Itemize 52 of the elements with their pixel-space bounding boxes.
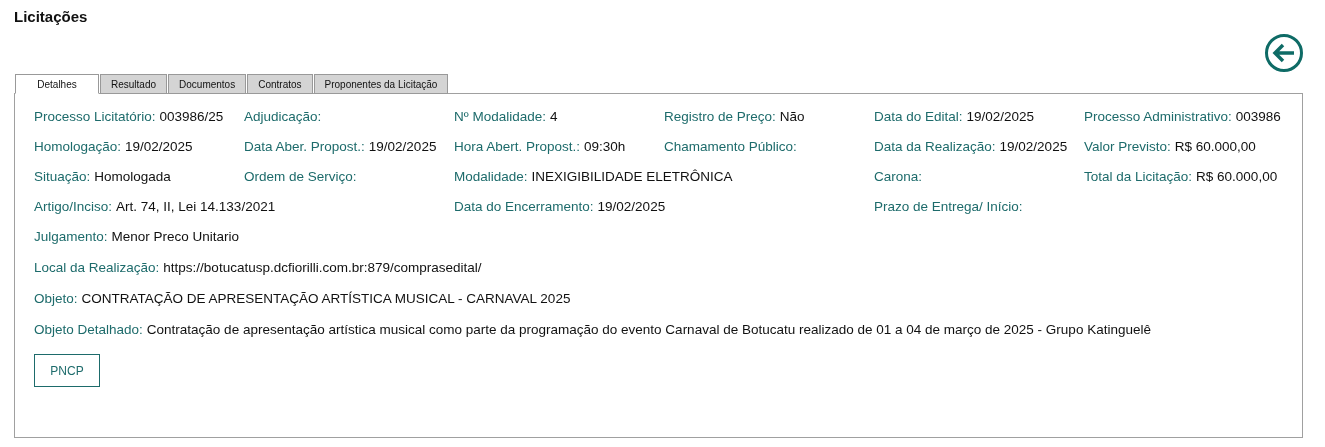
field-label: Valor Previsto:: [1084, 139, 1171, 154]
field-label: Registro de Preço:: [664, 109, 776, 124]
tab[interactable]: Detalhes: [15, 74, 99, 94]
field-label: Data do Encerramento:: [454, 199, 594, 214]
tab[interactable]: Proponentes da Licitação: [313, 74, 449, 94]
field-value: https://botucatusp.dcfiorilli.com.br:879/comprasedital/: [163, 260, 482, 275]
field-value: 19/02/2025: [999, 138, 1068, 155]
field-label: Total da Licitação:: [1084, 169, 1193, 184]
field-value: 09:30h: [584, 138, 626, 155]
field-value: Art. 74, II, Lei 14.133/2021: [116, 198, 276, 215]
back-button[interactable]: [1265, 34, 1303, 72]
field-value: Contratação de apresentação artística musical como parte da programação do evento Carnaval de Botucatu realizado de 01 a 04 de março de 2025 - Grupo Katinguelê: [146, 322, 1151, 337]
field-value: CONTRATAÇÃO DE APRESENTAÇÃO ARTÍSTICA MUSICAL - CARNAVAL 2025: [81, 291, 571, 306]
field-value: INEXIGIBILIDADE ELETRÔNICA: [531, 168, 733, 185]
field-label: Carona:: [874, 169, 923, 184]
field-value: R$ 60.000,00: [1174, 138, 1256, 155]
pncp-button[interactable]: PNCP: [34, 354, 100, 387]
field-label: Data Aber. Propost.:: [244, 139, 365, 154]
field-label: Processo Licitatório:: [34, 109, 156, 124]
field-value: 003986: [1235, 108, 1281, 125]
field-label: Processo Administrativo:: [1084, 109, 1232, 124]
field-label: Chamamento Público:: [664, 139, 797, 154]
field-label: Modalidade:: [454, 169, 528, 184]
field-value: 003986/25: [159, 108, 224, 125]
field-value: Homologada: [94, 168, 171, 185]
field-value: Não: [779, 108, 805, 125]
field-value: 19/02/2025: [966, 108, 1035, 125]
field-label: Homologação:: [34, 139, 122, 154]
field-label: Adjudicação:: [244, 109, 322, 124]
field-value: 19/02/2025: [125, 138, 193, 155]
field-label: Objeto Detalhado:: [34, 322, 143, 337]
field-label: Objeto:: [34, 291, 78, 306]
field-label: Nº Modalidade:: [454, 109, 546, 124]
tab[interactable]: Resultado: [100, 74, 168, 94]
field-label: Situação:: [34, 169, 91, 184]
field-value: Menor Preco Unitario: [111, 229, 240, 244]
field-label: Julgamento:: [34, 229, 108, 244]
field-value: 19/02/2025: [597, 198, 666, 215]
field-label: Ordem de Serviço:: [244, 169, 357, 184]
tab[interactable]: Contratos: [247, 74, 313, 94]
field-value: 4: [550, 108, 558, 125]
field-label: Prazo de Entrega/ Início:: [874, 199, 1023, 214]
tab[interactable]: Documentos: [168, 74, 247, 94]
field-label: Artigo/Inciso:: [34, 199, 113, 214]
field-label: Data da Realização:: [874, 139, 996, 154]
field-label: Local da Realização:: [34, 260, 160, 275]
page-title: Licitações: [14, 8, 89, 27]
arrow-left-icon: [1272, 43, 1296, 63]
field-value: 19/02/2025: [368, 138, 437, 155]
field-value: R$ 60.000,00: [1196, 168, 1278, 185]
field-label: Data do Edital:: [874, 109, 963, 124]
field-label: Hora Abert. Propost.:: [454, 139, 581, 154]
